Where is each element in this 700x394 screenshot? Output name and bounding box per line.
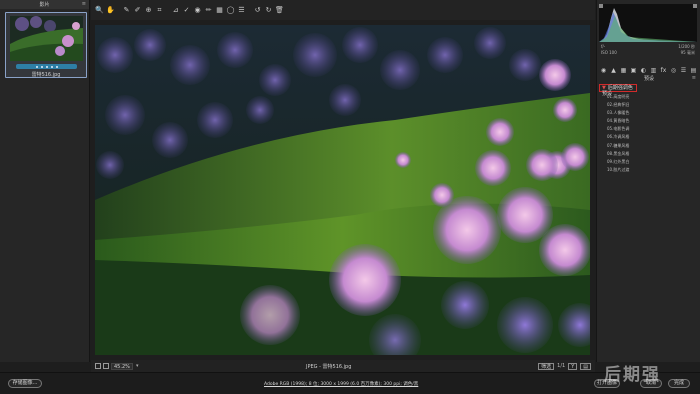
panel-tab-icon[interactable]: ▤ [690,67,697,74]
white-balance-tool-icon[interactable]: ✎ [122,6,131,15]
preset-item[interactable]: 01.高度明亮 [607,93,697,101]
iso-value: ISO 100 [601,50,617,55]
panel-tab-icon[interactable]: ◎ [670,67,677,74]
panel-tab-icon[interactable]: ◉ [600,67,607,74]
panel-tab-icon[interactable]: ▥ [650,67,657,74]
filmstrip-panel: 影片 ≡ 雷特516.jpg [0,0,90,362]
rating-dot [45,65,48,68]
view-status-bar: 45.2% ▾ JPEG - 雷特516.jpg 筛选 1/1 Y ▤ [91,360,595,372]
panel-tab-icon[interactable]: ▲ [610,67,617,74]
rating-dot [55,65,58,68]
preset-group-header[interactable]: ▼ 后期强调色预设 [599,84,637,97]
page-counter: 1/1 [557,363,566,369]
zoom-fit-icon[interactable] [103,363,109,369]
panel-tab-icon[interactable]: fx [660,67,667,74]
panel-tab-icon[interactable]: ☰ [680,67,687,74]
zoom-level-select[interactable]: 45.2% [111,362,133,370]
color-sampler-tool-icon[interactable]: ✐ [133,6,142,15]
rating-dot [50,65,53,68]
adjustment-brush-icon[interactable]: ✏ [204,6,213,15]
toolbar-separator [248,6,251,15]
panel-tab-icon[interactable]: ◐ [640,67,647,74]
preset-item[interactable]: 03.人像暖色 [607,109,697,117]
preset-item[interactable]: 08.黑金风格 [607,150,697,158]
toolbar-separator [166,6,169,15]
right-panel: f/- 1/200 秒 ISO 100 95 毫米 ◉ ▲ ▦ ▣ ◐ ▥ fx ◎ ☰ ▤ 预设 ≡… [596,0,700,362]
panel-tab-icon[interactable]: ▦ [620,67,627,74]
filmstrip-menu-icon[interactable]: ≡ [82,1,86,7]
hand-tool-icon[interactable]: ✋ [106,6,115,15]
target-adjust-tool-icon[interactable]: ⊕ [144,6,153,15]
preset-item[interactable]: 07.糖果风格 [607,142,697,150]
zoom-tool-icon[interactable]: 🔍 [95,6,104,15]
camera-info: f/- 1/200 秒 ISO 100 95 毫米 [601,44,695,56]
bottom-bar: 存储图像... Adobe RGB (1998); 8 位; 3000 x 19… [0,372,700,394]
focal-length-value: 95 毫米 [680,50,695,55]
radial-filter-icon[interactable]: ◯ [226,6,235,15]
photo-preview[interactable] [95,25,590,355]
before-after-toggle[interactable]: Y [568,362,578,370]
chevron-down-icon[interactable]: ▾ [136,363,139,369]
single-view-icon[interactable] [95,363,101,369]
preset-item[interactable]: 09.红外黑白 [607,158,697,166]
graduated-filter-icon[interactable]: ▦ [215,6,224,15]
toolbar-separator [117,6,120,15]
thumbnail-filename: 雷特516.jpg [31,72,61,78]
view-controls: 筛选 1/1 Y ▤ [538,362,591,370]
workflow-options-link[interactable]: Adobe RGB (1998); 8 位; 3000 x 1999 (6.0 … [264,381,418,387]
preferences-icon[interactable]: ☰ [237,6,246,15]
panel-tabs: ◉ ▲ ▦ ▣ ◐ ▥ fx ◎ ☰ ▤ [600,66,698,75]
current-file-label: JPEG - 雷特516.jpg [306,363,352,370]
panel-title-text: 预设 [643,76,654,82]
filmstrip-title: 影片 [39,2,50,8]
tool-bar: 🔍 ✋ ✎ ✐ ⊕ ⌗ ⊿ ✓ ◉ ✏ ▦ ◯ ☰ ↺ ↻ 🗑 [91,0,595,20]
filmstrip-header: 影片 ≡ [0,0,89,9]
preset-item[interactable]: 10.胶片过渡 [607,166,697,174]
rating-dot [40,65,43,68]
crop-tool-icon[interactable]: ⌗ [155,6,164,15]
panel-title: 预设 ≡ [599,75,699,83]
spot-removal-tool-icon[interactable]: ✓ [182,6,191,15]
save-image-button[interactable]: 存储图像... [8,379,42,388]
histogram [599,4,697,42]
straighten-tool-icon[interactable]: ⊿ [171,6,180,15]
preset-item[interactable]: 06.冷调风格 [607,133,697,141]
compare-view-icon[interactable]: ▤ [580,362,591,370]
rating-dot [35,65,38,68]
landscape-photo [95,25,590,355]
rotate-left-icon[interactable]: ↺ [253,6,262,15]
preset-list: 01.高度明亮 02.经典怀旧 03.人像暖色 04.黄昏暗色 05.电影色调 06.冷调… [607,93,697,174]
watermark-text: 后期强 [604,365,661,385]
filmstrip-thumbnail[interactable]: 雷特516.jpg [5,12,87,78]
trash-icon[interactable]: 🗑 [275,6,284,15]
preset-item[interactable]: 05.电影色调 [607,125,697,133]
panel-tab-icon[interactable]: ▣ [630,67,637,74]
preset-item[interactable]: 04.黄昏暗色 [607,117,697,125]
panel-menu-icon[interactable]: ≡ [692,75,696,81]
thumbnail-rating[interactable] [16,64,77,69]
filter-dropdown[interactable]: 筛选 [538,362,555,370]
thumbnail-image [10,16,83,61]
preset-item[interactable]: 02.经典怀旧 [607,101,697,109]
rotate-right-icon[interactable]: ↻ [264,6,273,15]
done-button[interactable]: 完成 [668,379,690,388]
red-eye-tool-icon[interactable]: ◉ [193,6,202,15]
